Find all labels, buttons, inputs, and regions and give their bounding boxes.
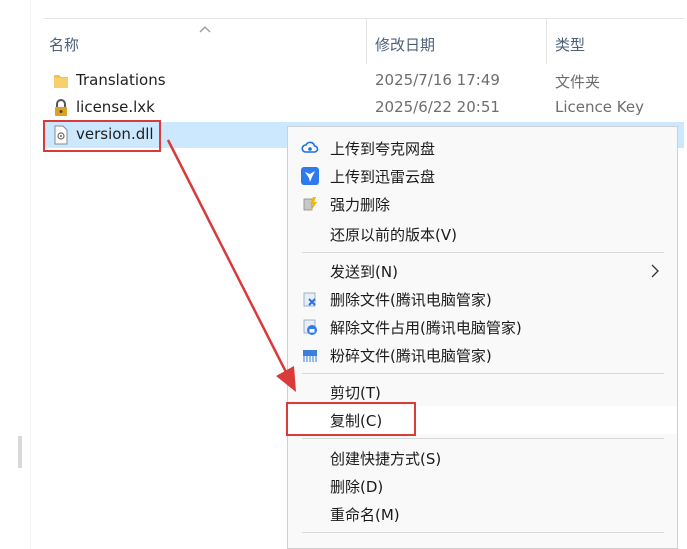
context-menu: 上传到夸克网盘 上传到迅雷云盘 强力删除 还原以前的版本(V) 发送到(N) 删…: [287, 126, 678, 549]
menu-separator: [302, 438, 664, 439]
navigation-pane-edge: [30, 0, 31, 549]
menu-item-tencent-delete[interactable]: 删除文件(腾讯电脑管家): [288, 285, 677, 313]
file-type: Licence Key: [555, 98, 644, 116]
menu-item-upload-xunlei[interactable]: 上传到迅雷云盘: [288, 162, 677, 190]
menu-separator: [302, 252, 664, 253]
menu-item-send-to[interactable]: 发送到(N): [288, 257, 677, 285]
menu-label: 创建快捷方式(S): [330, 450, 442, 468]
column-divider[interactable]: [366, 18, 367, 64]
menu-label: 强力删除: [330, 196, 391, 214]
navigation-pane-scrollbar[interactable]: [18, 436, 22, 468]
menu-item-tencent-shred[interactable]: 粉碎文件(腾讯电脑管家): [288, 341, 677, 369]
column-divider[interactable]: [546, 18, 547, 64]
file-date: 2025/6/22 20:51: [375, 98, 500, 116]
menu-item-create-shortcut[interactable]: 创建快捷方式(S): [288, 444, 677, 472]
menu-label: 删除文件(腾讯电脑管家): [330, 291, 492, 309]
annotation-box-copy: [286, 402, 416, 436]
file-date: 2025/7/16 17:49: [375, 71, 500, 89]
menu-label: 粉碎文件(腾讯电脑管家): [330, 347, 492, 365]
menu-label: 删除(D): [330, 478, 384, 496]
menu-item-restore-versions[interactable]: 还原以前的版本(V): [288, 220, 677, 248]
menu-item-force-delete[interactable]: 强力删除: [288, 190, 677, 218]
quark-cloud-icon: [301, 141, 319, 153]
file-name: license.lxk: [76, 98, 155, 116]
column-date-modified[interactable]: 修改日期: [375, 34, 435, 55]
menu-item-rename[interactable]: 重命名(M): [288, 500, 677, 528]
file-row-license[interactable]: license.lxk 2025/6/22 20:51 Licence Key: [44, 95, 687, 121]
menu-label: 重命名(M): [330, 506, 400, 524]
menu-label: 上传到迅雷云盘: [330, 168, 436, 186]
sort-ascending-icon: [199, 26, 211, 33]
folder-icon: [54, 75, 68, 88]
annotation-box-file: [43, 120, 161, 152]
menu-label: 剪切(T): [330, 384, 381, 402]
file-name: Translations: [76, 71, 166, 89]
chevron-right-icon: [651, 264, 659, 278]
xunlei-icon: [301, 167, 319, 185]
menu-separator: [302, 532, 664, 533]
column-name[interactable]: 名称: [49, 34, 79, 55]
header-top-border: [44, 18, 684, 19]
menu-label: 还原以前的版本(V): [330, 226, 457, 244]
tencent-shred-icon: [303, 350, 317, 362]
menu-item-tencent-unlock[interactable]: 解除文件占用(腾讯电脑管家): [288, 313, 677, 341]
tencent-unlock-icon: [303, 319, 317, 335]
tencent-delete-icon: [303, 292, 316, 307]
column-header: 名称 修改日期 类型: [0, 0, 687, 64]
column-type[interactable]: 类型: [555, 34, 585, 55]
file-type: 文件夹: [555, 73, 601, 91]
menu-item-delete[interactable]: 删除(D): [288, 472, 677, 500]
menu-item-upload-quark[interactable]: 上传到夸克网盘: [288, 134, 677, 162]
menu-separator: [302, 373, 664, 374]
force-delete-icon: [303, 197, 317, 211]
menu-label: 发送到(N): [330, 263, 398, 281]
menu-label: 上传到夸克网盘: [330, 140, 436, 158]
lock-file-icon: [55, 99, 67, 116]
file-row-translations[interactable]: Translations 2025/7/16 17:49 文件夹: [44, 68, 687, 94]
menu-label: 解除文件占用(腾讯电脑管家): [330, 319, 522, 337]
